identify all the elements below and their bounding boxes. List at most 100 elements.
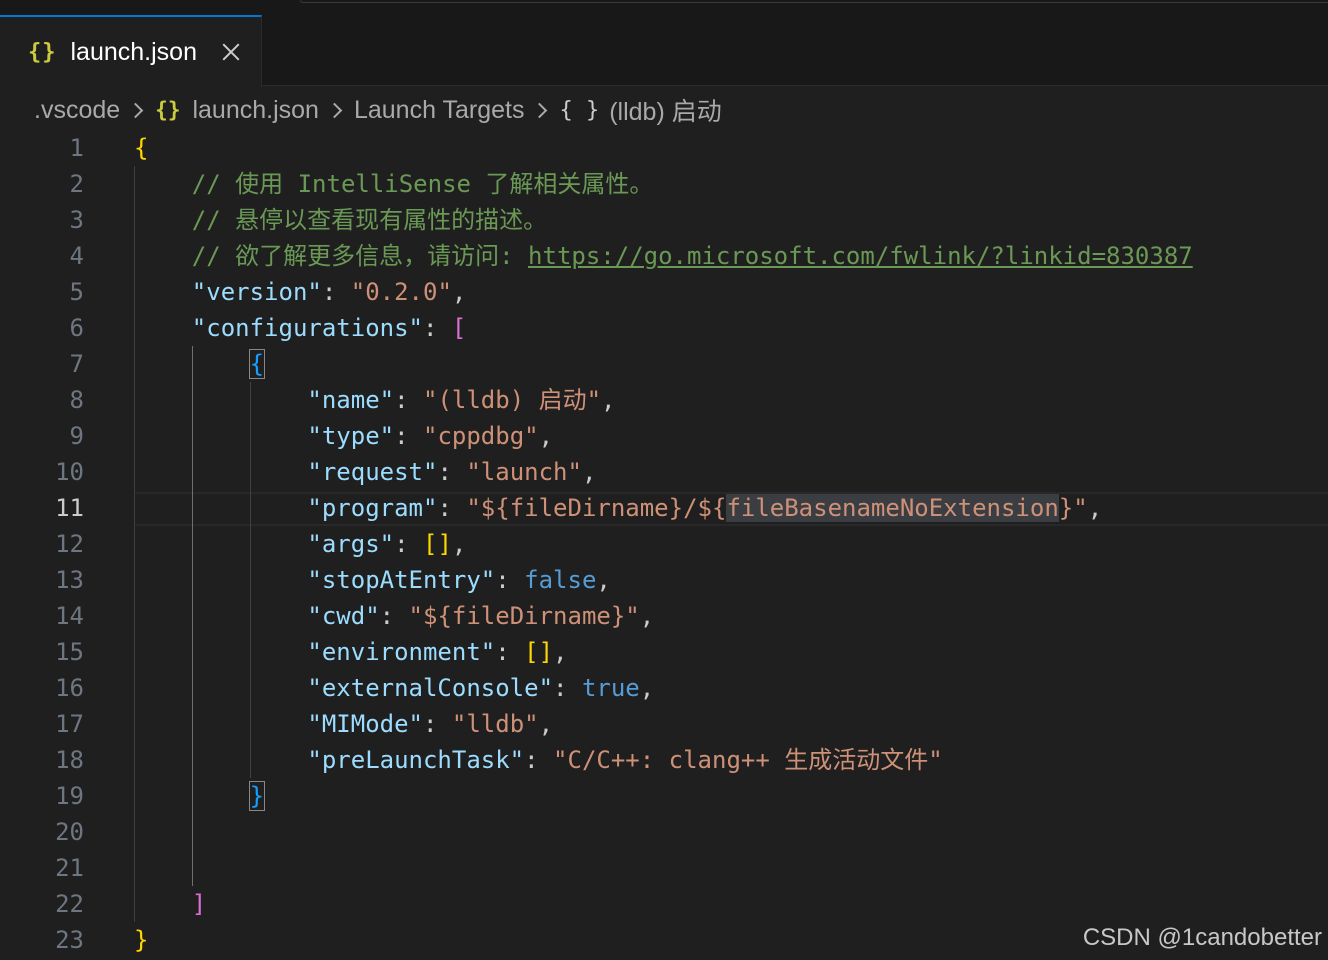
code-token: , — [1087, 494, 1103, 522]
code-token: , — [451, 278, 467, 306]
code-line[interactable]: 19 } — [0, 778, 1328, 814]
tab-title: launch.json — [70, 37, 197, 66]
line-number: 7 — [69, 350, 84, 378]
code-token: // 悬停以查看现有属性的描述。 — [134, 206, 548, 234]
code-line[interactable]: 9 "type": "cppdbg", — [0, 418, 1328, 454]
code-token: : — [422, 710, 452, 738]
code-token: , — [538, 710, 554, 738]
code-text: } — [134, 922, 148, 958]
breadcrumb-item-lldb-launch[interactable]: (lldb) 启动 — [609, 92, 722, 128]
code-token: : — [495, 638, 525, 666]
code-line[interactable]: 16 "externalConsole": true, — [0, 670, 1328, 706]
code-token: "version" — [134, 278, 322, 306]
code-line[interactable]: 8 "name": "(lldb) 启动", — [0, 382, 1328, 418]
code-token: https://go.microsoft.com/fwlink/?linkid=… — [528, 242, 1193, 270]
chevron-right-icon — [326, 102, 343, 118]
code-text: // 悬停以查看现有属性的描述。 — [134, 202, 547, 238]
code-token: : — [394, 386, 423, 414]
code-line[interactable]: 2 // 使用 IntelliSense 了解相关属性。 — [0, 166, 1328, 202]
code-line[interactable]: 3 // 悬停以查看现有属性的描述。 — [0, 202, 1328, 238]
code-text: "args": [], — [134, 526, 466, 562]
code-line[interactable]: 7 { — [0, 346, 1328, 382]
code-line[interactable]: 11 "program": "${fileDirname}/${fileBase… — [0, 490, 1328, 526]
breadcrumb-item-launch-json[interactable]: launch.json — [192, 96, 318, 125]
code-token: : — [422, 314, 452, 342]
code-token: "${fileDirname}" — [408, 602, 640, 630]
line-number: 21 — [55, 854, 84, 882]
code-token: , — [639, 602, 655, 630]
code-token: "name" — [134, 386, 395, 414]
code-editor[interactable]: 1{2 // 使用 IntelliSense 了解相关属性。 3 // 悬停以查看… — [0, 130, 1328, 960]
code-token: , — [451, 530, 467, 558]
code-line[interactable]: 20 — [0, 814, 1328, 850]
code-text: // 欲了解更多信息，请访问: https://go.microsoft.com… — [134, 238, 1193, 274]
line-number: 8 — [69, 386, 84, 414]
code-text: "name": "(lldb) 启动", — [134, 382, 615, 418]
code-token: fileBasenameNoExtension — [726, 494, 1059, 522]
code-line[interactable]: 4 // 欲了解更多信息，请访问: https://go.microsoft.c… — [0, 238, 1328, 274]
tab-bar: {} launch.json — [0, 0, 1328, 87]
line-number: 23 — [55, 926, 84, 954]
code-token: , — [553, 638, 568, 666]
code-text: "version": "0.2.0", — [134, 274, 467, 310]
line-number: 10 — [55, 458, 84, 486]
code-token: { — [248, 349, 266, 379]
code-token: , — [538, 422, 554, 450]
code-token: : — [553, 674, 582, 702]
code-line[interactable]: 22 ] — [0, 886, 1328, 922]
line-number: 6 — [69, 314, 84, 342]
code-line[interactable]: 14 "cwd": "${fileDirname}", — [0, 598, 1328, 634]
code-token: : — [437, 494, 467, 522]
code-line[interactable]: 1{ — [0, 130, 1328, 166]
line-number: 20 — [55, 818, 84, 846]
code-line[interactable]: 10 "request": "launch", — [0, 454, 1328, 490]
code-token: "program" — [134, 494, 438, 522]
code-line[interactable]: 13 "stopAtEntry": false, — [0, 562, 1328, 598]
code-token: : — [495, 566, 525, 594]
code-token: "cppdbg" — [423, 422, 539, 450]
code-text: "externalConsole": true, — [134, 670, 654, 706]
code-text: "stopAtEntry": false, — [134, 562, 611, 598]
code-token: : — [379, 602, 409, 630]
line-number: 4 — [69, 242, 84, 270]
json-braces-icon: {} — [28, 39, 57, 65]
line-number: 13 — [55, 566, 84, 594]
line-number: 12 — [55, 530, 84, 558]
code-text: "cwd": "${fileDirname}", — [134, 598, 654, 634]
code-line[interactable]: 21 — [0, 850, 1328, 886]
line-number: 11 — [55, 494, 84, 522]
chevron-right-icon — [127, 102, 144, 118]
breadcrumb-item-launch-targets[interactable]: Launch Targets — [354, 96, 525, 125]
code-token: "(lldb) 启动" — [423, 386, 602, 414]
code-line[interactable]: 18 "preLaunchTask": "C/C++: clang++ 生成活动… — [0, 742, 1328, 778]
code-token: [] — [524, 638, 554, 666]
code-token: "launch" — [466, 458, 582, 486]
close-icon[interactable] — [218, 39, 244, 65]
code-token: : — [394, 530, 423, 558]
line-number: 5 — [69, 278, 84, 306]
code-token: "cwd" — [134, 602, 380, 630]
breadcrumb-item-vscode[interactable]: .vscode — [34, 96, 120, 125]
code-token: "externalConsole" — [134, 674, 554, 702]
code-line[interactable]: 5 "version": "0.2.0", — [0, 274, 1328, 310]
line-number: 19 — [55, 782, 84, 810]
code-line[interactable]: 15 "environment": [], — [0, 634, 1328, 670]
code-line[interactable]: 12 "args": [], — [0, 526, 1328, 562]
line-number: 16 — [55, 674, 84, 702]
code-token: , — [596, 566, 611, 594]
breadcrumb: .vscode {} launch.json Launch Targets { … — [34, 90, 722, 130]
code-line[interactable]: 17 "MIMode": "lldb", — [0, 706, 1328, 742]
code-token: // 使用 IntelliSense 了解相关属性。 — [134, 170, 654, 198]
tab-launch-json[interactable]: {} launch.json — [0, 15, 262, 87]
code-line[interactable]: 6 "configurations": [ — [0, 310, 1328, 346]
code-token: [ — [451, 314, 467, 342]
code-token: "${fileDirname}/${ — [466, 494, 727, 522]
code-token: } — [134, 926, 149, 954]
code-text: "preLaunchTask": "C/C++: clang++ 生成活动文件" — [134, 742, 942, 778]
code-text: "type": "cppdbg", — [134, 418, 553, 454]
line-number: 17 — [55, 710, 84, 738]
json-braces-icon: {} — [155, 98, 181, 122]
